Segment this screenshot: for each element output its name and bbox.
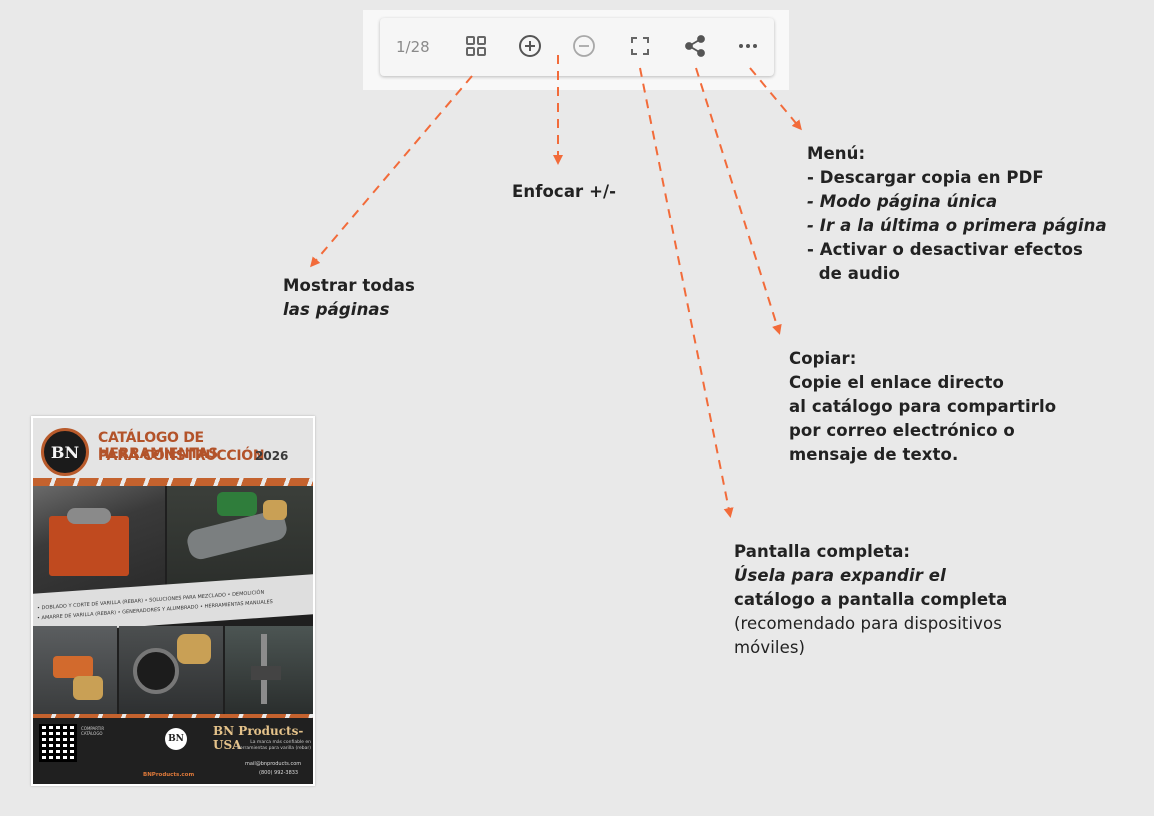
fullscreen-note-line: móviles) [734, 638, 806, 657]
catalog-title-line2: PARA CONSTRUCCIÓN [98, 448, 265, 464]
arrow-share [695, 67, 782, 335]
fullscreen-line: catálogo a pantalla completa [734, 590, 1008, 609]
zoom-line1: Enfocar +/- [512, 182, 617, 201]
menu-item: - Descargar copia en PDF [807, 168, 1044, 187]
fullscreen-title: Pantalla completa: [734, 542, 911, 561]
photo-rebar-tier [33, 626, 117, 714]
arrow-menu [749, 67, 802, 131]
bn-logo: BN [41, 428, 89, 476]
share-catalog-label: COMPARTIR CATÁLOGO [81, 726, 105, 736]
arrow-show-all [310, 75, 473, 268]
show-all-line2: las páginas [283, 300, 390, 319]
menu-item: - Activar o desactivar efectos [807, 240, 1083, 259]
photo-cutting-tool [119, 626, 223, 714]
catalog-footer: COMPARTIR CATÁLOGO BN BNProducts.com BN … [33, 718, 313, 784]
catalog-cover-inner: BN CATÁLOGO DE HERRAMIENTAS PARA CONSTRU… [33, 418, 313, 784]
copy-title: Copiar: [789, 349, 857, 368]
orange-stripe [33, 478, 313, 486]
copy-line: Copie el enlace directo [789, 373, 1004, 392]
fullscreen-line: Úsela para expandir el [734, 566, 946, 585]
copy-line: mensaje de texto. [789, 445, 959, 464]
catalog-year: 2026 [255, 449, 289, 463]
zoom-note: Enfocar +/- [512, 180, 616, 204]
menu-item: - Modo página única [807, 192, 998, 211]
show-all-line1: Mostrar todas [283, 276, 415, 295]
menu-note: Menú: - Descargar copia en PDF - Modo pá… [807, 142, 1107, 286]
fullscreen-note: Pantalla completa: Úsela para expandir e… [734, 540, 1007, 660]
catalog-cover[interactable]: BN CATÁLOGO DE HERRAMIENTAS PARA CONSTRU… [31, 416, 315, 786]
show-all-note: Mostrar todas las páginas [283, 274, 415, 322]
copy-line: al catálogo para compartirlo [789, 397, 1057, 416]
menu-item: de audio [807, 264, 900, 283]
qr-code [39, 724, 77, 762]
catalog-phone: (800) 992-3833 [259, 770, 299, 776]
menu-item: - Ir a la última o primera página [807, 216, 1107, 235]
photo-hand-tool [225, 626, 313, 714]
photo-rebar-bender [33, 486, 165, 596]
fullscreen-note-line: (recomendado para dispositivos [734, 614, 1002, 633]
catalog-header: BN CATÁLOGO DE HERRAMIENTAS PARA CONSTRU… [33, 418, 313, 484]
catalog-email: mail@bnproducts.com [245, 761, 302, 767]
catalog-website: BNProducts.com [143, 772, 195, 778]
bn-small-logo: BN [165, 728, 187, 750]
copy-note: Copiar: Copie el enlace directo al catál… [789, 347, 1056, 467]
copy-line: por correo electrónico o [789, 421, 1015, 440]
menu-title: Menú: [807, 144, 866, 163]
catalog-tagline: La marca más confiable en herramientas p… [237, 740, 311, 751]
